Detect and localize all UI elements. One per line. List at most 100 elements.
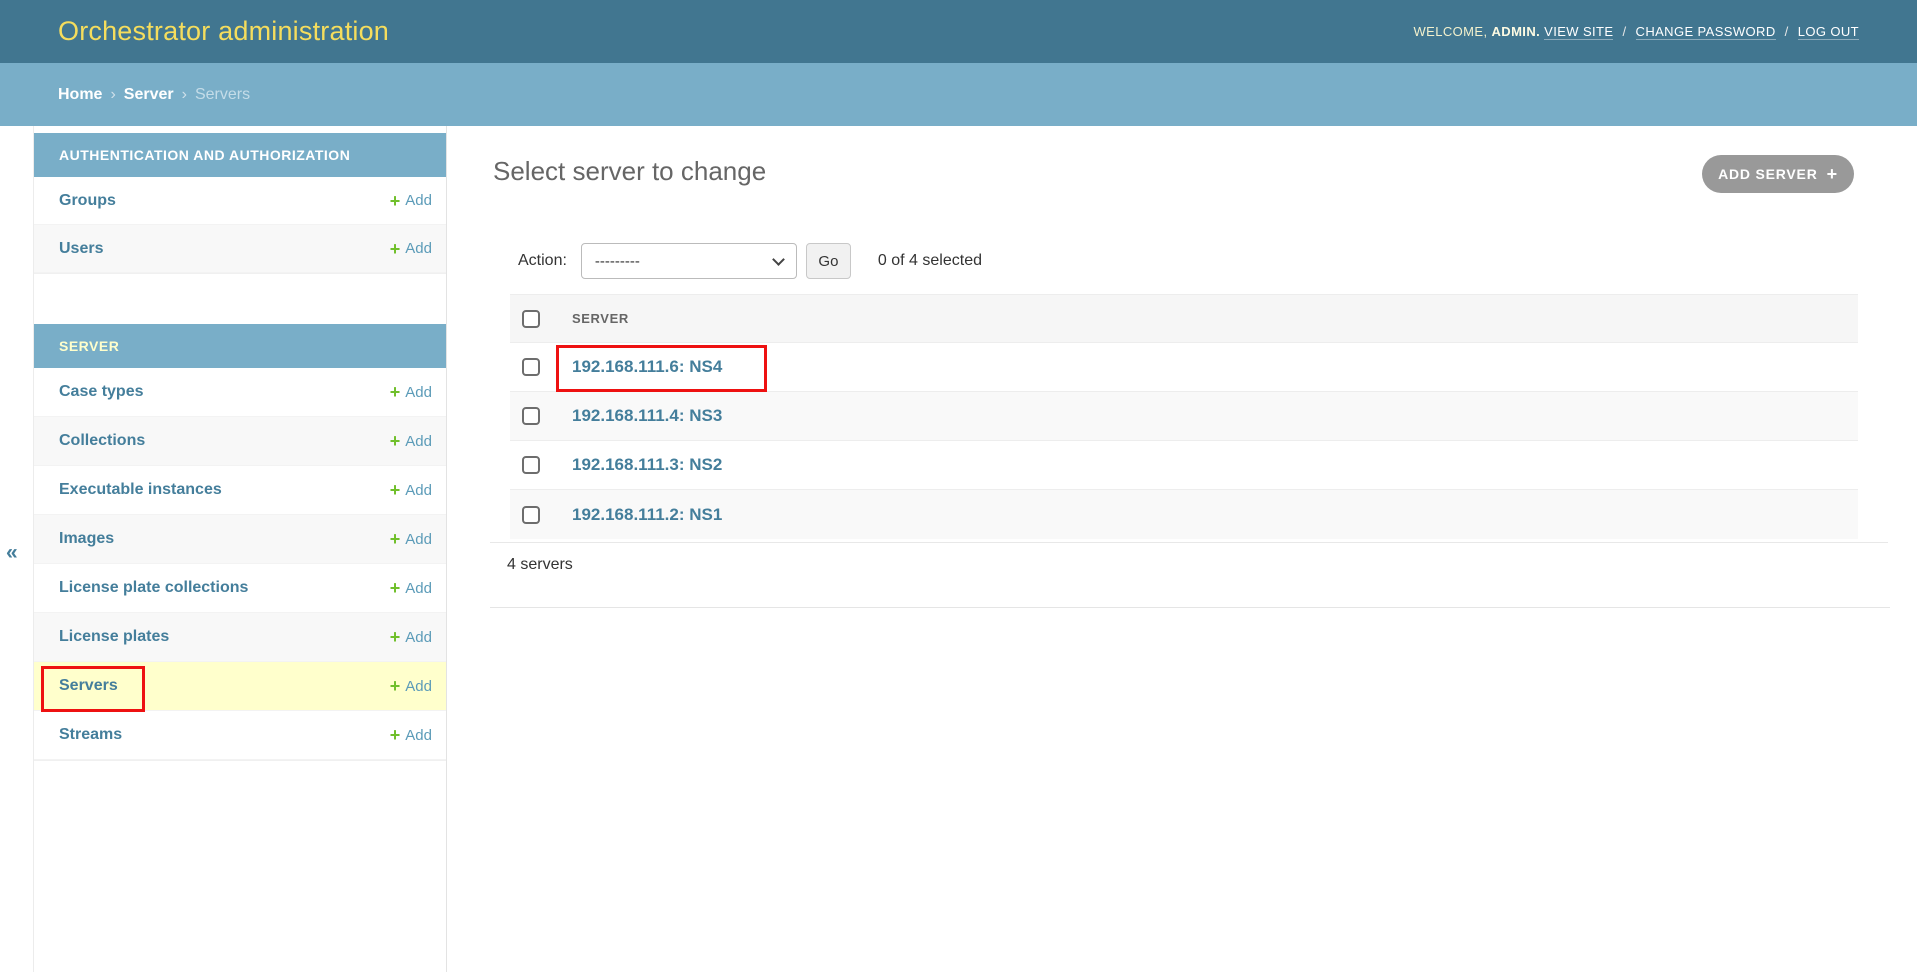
selection-status: 0 of 4 selected [878, 252, 982, 270]
sidebar-item-license-plates: License plates + Add [34, 613, 446, 662]
sidebar-item-executable-instances: Executable instances + Add [34, 466, 446, 515]
add-label: Add [405, 482, 432, 499]
chevron-down-icon [772, 253, 785, 266]
plus-icon: + [1827, 165, 1838, 183]
breadcrumb-home[interactable]: Home [58, 86, 102, 104]
add-label: Add [405, 580, 432, 597]
breadcrumb: Home › Server › Servers [0, 63, 1917, 126]
sidebar-item-collections: Collections + Add [34, 417, 446, 466]
plus-icon: + [390, 628, 401, 646]
add-label: Add [405, 384, 432, 401]
server-link-ns4[interactable]: 192.168.111.6: NS4 [572, 357, 722, 377]
breadcrumb-separator: › [110, 86, 115, 104]
executable-instances-add-link[interactable]: + Add [390, 481, 432, 499]
breadcrumb-current: Servers [195, 86, 250, 104]
add-label: Add [405, 240, 432, 257]
select-all-checkbox[interactable] [522, 310, 540, 328]
table-row: 192.168.111.3: NS2 [510, 441, 1858, 490]
plus-icon: + [390, 240, 401, 258]
add-server-label: ADD SERVER [1718, 166, 1818, 182]
app-header: Orchestrator administration WELCOME, ADM… [0, 0, 1917, 63]
user-tools: WELCOME, ADMIN. VIEW SITE / CHANGE PASSW… [1414, 24, 1860, 39]
executable-instances-link[interactable]: Executable instances [59, 481, 222, 499]
table-header-row: SERVER [510, 294, 1858, 343]
plus-icon: + [390, 481, 401, 499]
add-server-button[interactable]: ADD SERVER + [1702, 155, 1854, 193]
breadcrumb-separator: › [182, 86, 187, 104]
column-header-server[interactable]: SERVER [572, 311, 629, 326]
plus-icon: + [390, 677, 401, 695]
row-checkbox[interactable] [522, 407, 540, 425]
log-out-link[interactable]: LOG OUT [1798, 24, 1859, 40]
add-label: Add [405, 629, 432, 646]
server-link-ns2[interactable]: 192.168.111.3: NS2 [572, 455, 722, 475]
action-select-value: --------- [595, 253, 640, 270]
results-divider [490, 542, 1888, 543]
sidebar-item-streams: Streams + Add [34, 711, 446, 760]
welcome-text: WELCOME, [1414, 24, 1488, 39]
license-plates-add-link[interactable]: + Add [390, 628, 432, 646]
servers-link[interactable]: Servers [59, 677, 118, 695]
images-add-link[interactable]: + Add [390, 530, 432, 548]
users-add-link[interactable]: + Add [390, 240, 432, 258]
plus-icon: + [390, 432, 401, 450]
sidebar-item-users: Users + Add [34, 225, 446, 273]
streams-add-link[interactable]: + Add [390, 726, 432, 744]
table-row: 192.168.111.2: NS1 [510, 490, 1858, 539]
sidebar-item-servers: Servers + Add [34, 662, 446, 711]
groups-link[interactable]: Groups [59, 192, 116, 210]
case-types-link[interactable]: Case types [59, 383, 144, 401]
row-checkbox[interactable] [522, 358, 540, 376]
table-row: 192.168.111.6: NS4 [510, 343, 1858, 392]
view-site-link[interactable]: VIEW SITE [1544, 24, 1613, 40]
server-link-ns3[interactable]: 192.168.111.4: NS3 [572, 406, 722, 426]
license-plate-collections-add-link[interactable]: + Add [390, 579, 432, 597]
sidebar-item-groups: Groups + Add [34, 177, 446, 225]
plus-icon: + [390, 383, 401, 401]
section-caption-auth[interactable]: AUTHENTICATION AND AUTHORIZATION [34, 133, 446, 177]
add-label: Add [405, 727, 432, 744]
collections-add-link[interactable]: + Add [390, 432, 432, 450]
streams-link[interactable]: Streams [59, 726, 122, 744]
plus-icon: + [390, 192, 401, 210]
sidebar-item-case-types: Case types + Add [34, 368, 446, 417]
case-types-add-link[interactable]: + Add [390, 383, 432, 401]
link-separator: / [1785, 24, 1789, 39]
page-title: Select server to change [493, 156, 766, 187]
servers-add-link[interactable]: + Add [390, 677, 432, 695]
actions-bar: Action: --------- Go 0 of 4 selected [518, 243, 982, 279]
table-row: 192.168.111.4: NS3 [510, 392, 1858, 441]
row-checkbox[interactable] [522, 506, 540, 524]
plus-icon: + [390, 726, 401, 744]
sidebar-item-images: Images + Add [34, 515, 446, 564]
action-label: Action: [518, 252, 567, 270]
sidebar-collapse-icon[interactable]: « [6, 542, 18, 563]
section-caption-server[interactable]: SERVER [34, 324, 446, 368]
link-separator: / [1623, 24, 1627, 39]
license-plates-link[interactable]: License plates [59, 628, 169, 646]
license-plate-collections-link[interactable]: License plate collections [59, 579, 248, 597]
breadcrumb-server[interactable]: Server [124, 86, 174, 104]
site-title[interactable]: Orchestrator administration [58, 16, 389, 47]
users-link[interactable]: Users [59, 240, 103, 258]
go-button[interactable]: Go [806, 243, 851, 279]
add-label: Add [405, 433, 432, 450]
content-divider [490, 607, 1890, 608]
nav-sidebar: AUTHENTICATION AND AUTHORIZATION Groups … [33, 126, 447, 972]
server-link-ns1[interactable]: 192.168.111.2: NS1 [572, 505, 722, 525]
action-select[interactable]: --------- [581, 243, 797, 279]
add-label: Add [405, 531, 432, 548]
add-label: Add [405, 678, 432, 695]
server-table: SERVER 192.168.111.6: NS4 192.168.111.4:… [510, 294, 1858, 539]
username: ADMIN. [1492, 24, 1541, 39]
row-checkbox[interactable] [522, 456, 540, 474]
plus-icon: + [390, 530, 401, 548]
plus-icon: + [390, 579, 401, 597]
module-server: SERVER Case types + Add Collections + Ad… [34, 324, 446, 761]
images-link[interactable]: Images [59, 530, 114, 548]
collections-link[interactable]: Collections [59, 432, 145, 450]
add-label: Add [405, 192, 432, 209]
sidebar-item-license-plate-collections: License plate collections + Add [34, 564, 446, 613]
change-password-link[interactable]: CHANGE PASSWORD [1636, 24, 1776, 40]
groups-add-link[interactable]: + Add [390, 192, 432, 210]
